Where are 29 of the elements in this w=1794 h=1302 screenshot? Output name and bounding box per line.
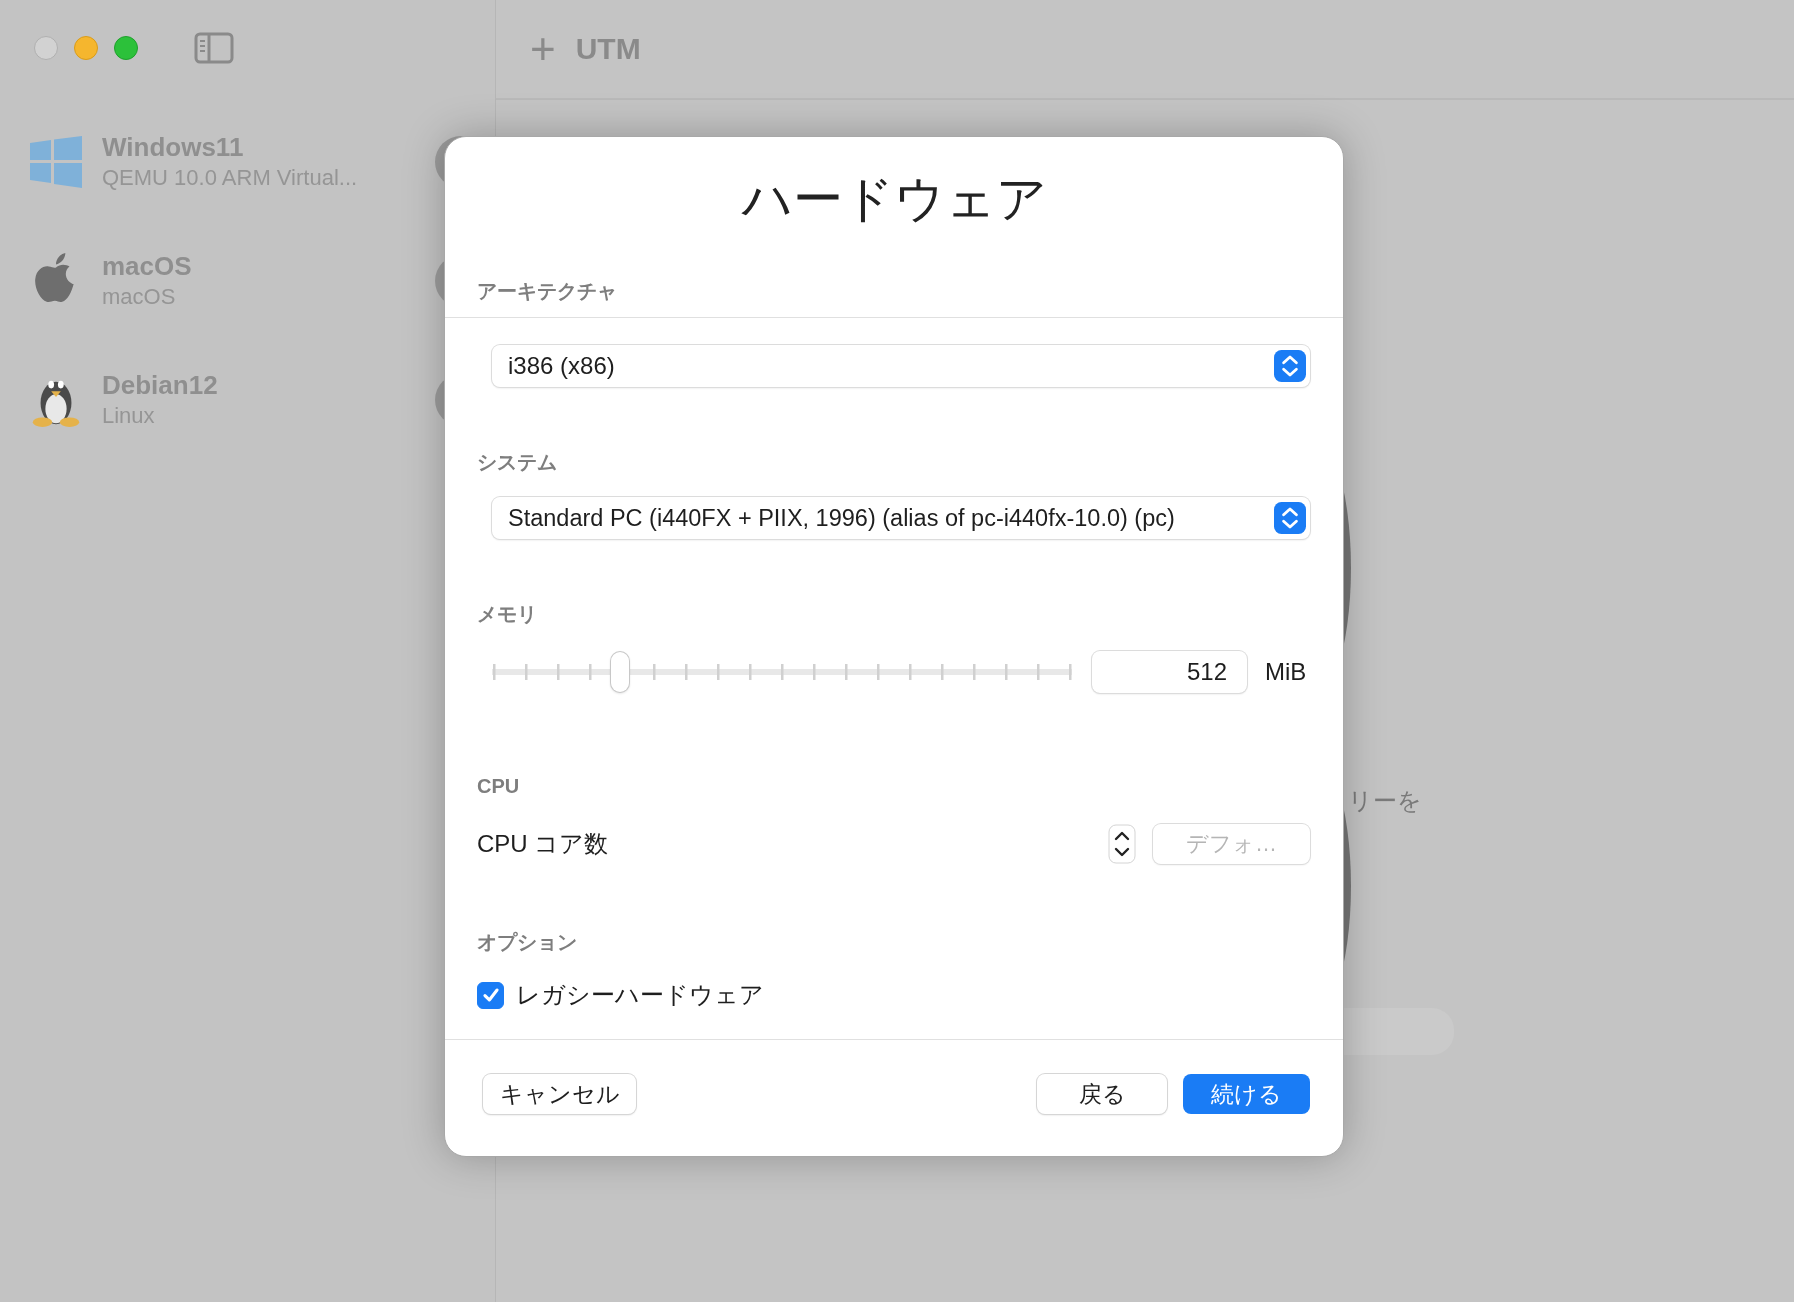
field-label: CPU コア数 [477,829,610,859]
dialog-title: ハードウェア [740,170,1048,229]
section-label: システム [476,450,558,475]
memory-field[interactable]: 512 [1092,651,1247,693]
zoom-button[interactable] [114,36,138,60]
dialog-button[interactable]: キャンセル [483,1074,636,1114]
card-caption: リーを [1348,786,1422,816]
dropdown-arrows-icon [1274,350,1306,382]
continue-button[interactable]: 続ける [1183,1074,1310,1114]
slider-thumb[interactable] [610,652,629,692]
checkbox[interactable] [477,981,504,1009]
stepper-icon[interactable] [1108,824,1136,864]
dialog-button[interactable]: 戻る [1037,1074,1167,1114]
close-button[interactable] [34,36,58,60]
architecture-dropdown[interactable]: i386 (x86) [492,345,1310,387]
unit-label: MiB [1265,658,1307,686]
input-field[interactable]: デフォ… [1153,824,1310,864]
minimize-button[interactable] [74,36,98,60]
window-title: UTM [575,32,641,66]
section-label: アーキテクチャ [445,277,1343,318]
section-label: オプション [476,930,578,955]
system-dropdown[interactable]: Standard PC (i440FX + PIIX, 1996) (alias of pc-i440fx-10.0) (pc) [492,497,1310,539]
sidebar-toggle-icon[interactable] [194,32,234,64]
section-label: CPU [476,774,521,799]
dropdown-arrows-icon [1274,502,1306,534]
windows-logo-icon [30,134,82,190]
memory-slider[interactable] [492,652,1072,692]
checkbox-label: レガシーハードウェア [516,980,764,1010]
section-label: メモリ [476,602,538,627]
